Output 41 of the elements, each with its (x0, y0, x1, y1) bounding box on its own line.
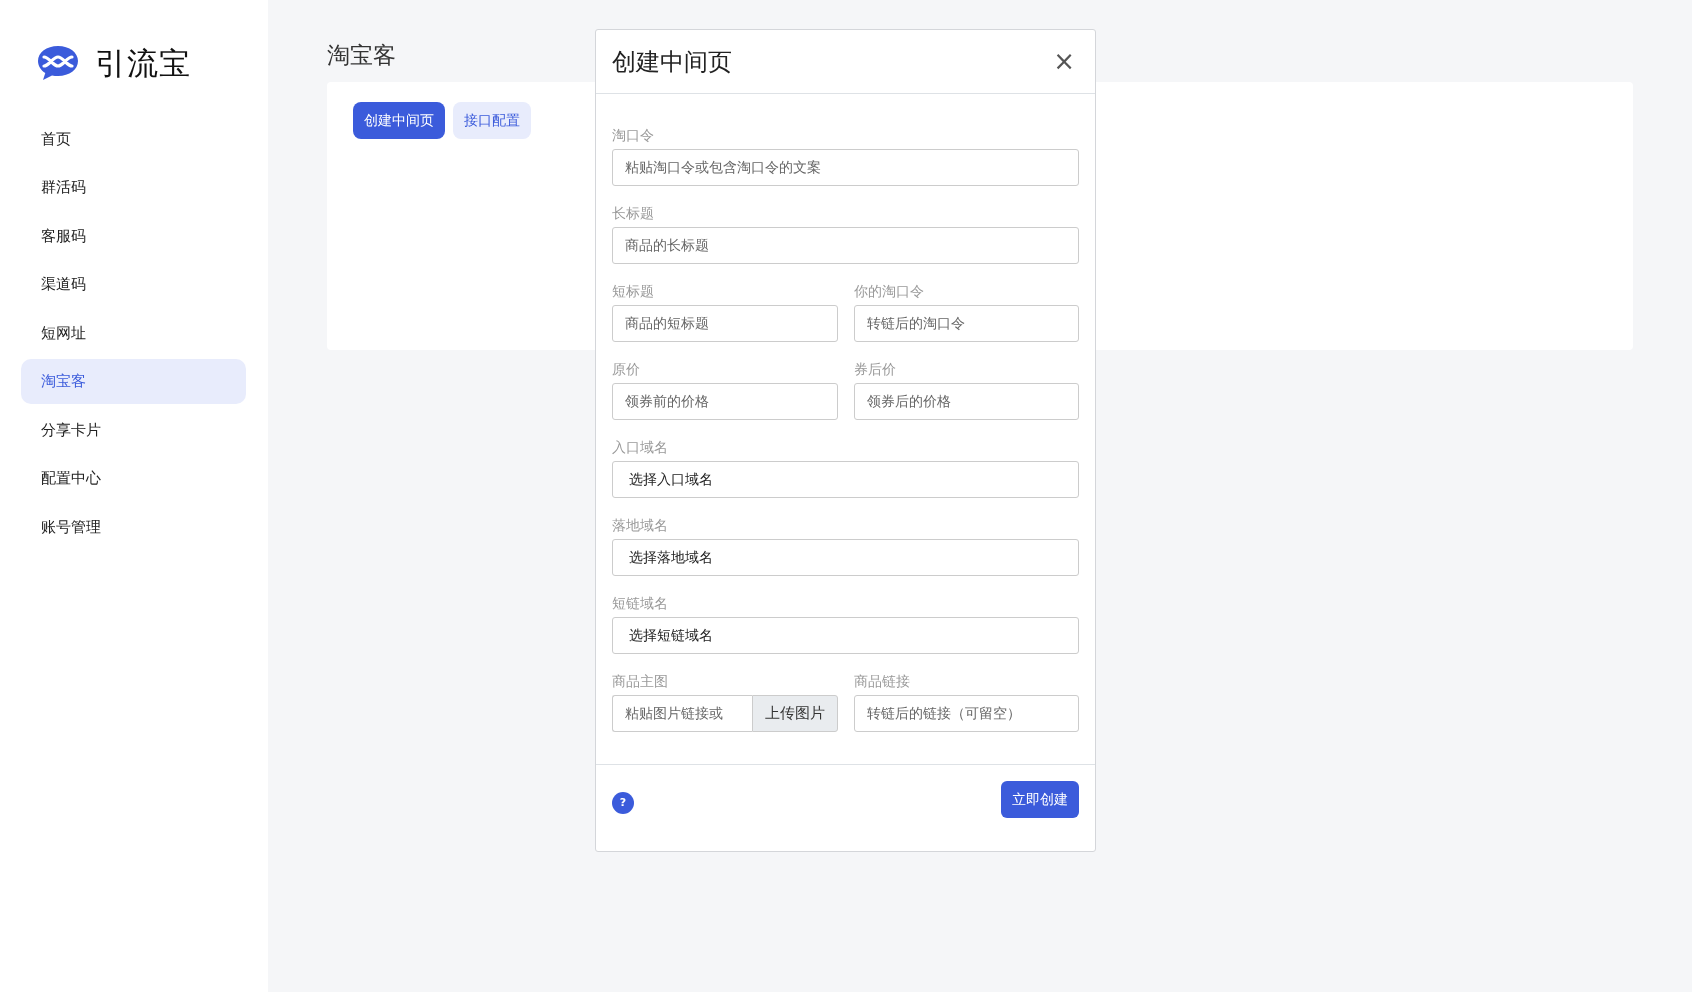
field-label: 淘口令 (612, 125, 655, 144)
field-label: 长标题 (612, 203, 655, 222)
create-button[interactable]: 立即创建 (1001, 780, 1079, 818)
help-icon[interactable]: ? (612, 792, 634, 815)
input-field[interactable]: 粘贴淘口令或包含淘口令的文案 (612, 148, 1079, 186)
field-label: 短链域名 (612, 593, 669, 612)
nav-item[interactable]: 群活码 (21, 165, 246, 210)
input-field[interactable]: 领券前的价格 (612, 382, 838, 420)
image-url-field[interactable]: 粘贴图片链接或 (612, 694, 752, 732)
nav-item[interactable]: 配置中心 (21, 456, 246, 501)
field-label: 入口域名 (612, 437, 669, 456)
create-page-button[interactable]: 创建中间页 (353, 101, 445, 139)
nav-item[interactable]: 渠道码 (21, 262, 246, 307)
field-label: 商品主图 (612, 671, 669, 690)
input-field[interactable]: 商品的长标题 (612, 226, 1079, 264)
input-field[interactable]: 转链后的链接（可留空） (853, 694, 1079, 732)
nav-item[interactable]: 短网址 (21, 310, 246, 355)
field-label: 原价 (612, 359, 641, 378)
input-field[interactable]: 商品的短标题 (612, 304, 838, 342)
field-label: 短标题 (612, 281, 655, 300)
domain-select[interactable]: 选择入口域名 (612, 460, 1079, 498)
nav-item[interactable]: 账号管理 (21, 504, 246, 549)
field-label: 券后价 (853, 359, 897, 378)
dialog-title: 创建中间页 (612, 48, 732, 77)
domain-select[interactable]: 选择短链域名 (612, 616, 1079, 654)
nav-item[interactable]: 客服码 (21, 213, 246, 258)
page-title: 淘宝客 (327, 42, 396, 70)
api-config-button[interactable]: 接口配置 (453, 101, 531, 139)
field-label: 商品链接 (853, 671, 911, 690)
nav-item[interactable]: 分享卡片 (21, 407, 246, 452)
upload-button[interactable]: 上传图片 (751, 694, 838, 732)
nav-item[interactable]: 淘宝客 (21, 359, 246, 404)
field-label: 你的淘口令 (853, 281, 925, 300)
logo-icon (37, 45, 79, 82)
close-button[interactable]: × (1049, 48, 1079, 74)
app-name: 引流宝 (95, 44, 191, 83)
domain-select[interactable]: 选择落地域名 (612, 538, 1079, 576)
input-field[interactable]: 转链后的淘口令 (853, 304, 1079, 342)
field-label: 落地域名 (612, 515, 669, 534)
input-field[interactable]: 领券后的价格 (853, 382, 1079, 420)
nav-item[interactable]: 首页 (21, 116, 246, 161)
